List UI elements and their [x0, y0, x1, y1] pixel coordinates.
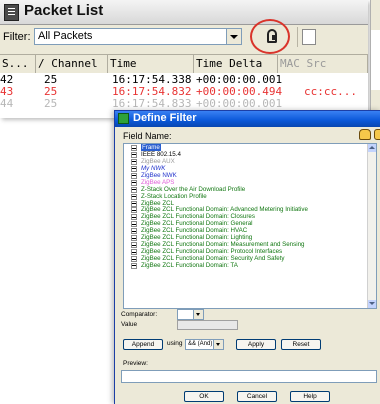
- tree-scrollbar[interactable]: [367, 144, 376, 308]
- row-channel: 25: [44, 97, 58, 110]
- field-name-label: Field Name:: [123, 131, 172, 141]
- tree-item[interactable]: ZigBee ZCL: [124, 200, 369, 207]
- chevron-down-icon[interactable]: [213, 340, 223, 349]
- filter-value: All Packets: [38, 30, 93, 42]
- tree-item[interactable]: ZigBee ZCL Functional Domain: General: [124, 220, 369, 228]
- ok-button[interactable]: OK: [184, 391, 224, 402]
- table-row[interactable]: 43 25 16:17:54.832 +00:00:00.494 cc:cc..…: [0, 85, 368, 98]
- row-delta: +00:00:00.001: [196, 97, 283, 110]
- cancel-button[interactable]: Cancel: [237, 391, 277, 402]
- tree-item-label: ZigBee AUX: [141, 157, 175, 165]
- value-label: Value: [121, 321, 138, 328]
- scroll-up-icon[interactable]: [368, 144, 376, 152]
- hand-closed-icon[interactable]: [374, 129, 380, 140]
- packet-table-header: S... / Channel Time Time Delta MAC Src: [0, 54, 368, 74]
- row-seq: 44: [0, 97, 14, 110]
- reset-button[interactable]: Reset: [281, 339, 321, 350]
- tree-item[interactable]: Z-Stack Over the Air Download Profile: [124, 186, 369, 193]
- packet-list-titlebar: Packet List: [0, 0, 368, 25]
- tree-item[interactable]: ZigBee ZCL Functional Domain: HVAC: [124, 227, 369, 235]
- table-row[interactable]: 44 25 16:17:54.833 +00:00:00.001: [0, 97, 368, 110]
- tree-item[interactable]: ZigBee AUX: [124, 158, 369, 165]
- define-filter-button[interactable]: [261, 27, 287, 49]
- tree-item-label: ZigBee ZCL Functional Domain: HVAC: [141, 227, 248, 235]
- tree-item-label: ZigBee ZCL: [141, 199, 175, 207]
- tree-item-label: ZigBee ZCL Functional Domain: General: [141, 220, 253, 228]
- logic-operator-value: && (And): [188, 341, 213, 347]
- tree-item-label: IEEE 802.15.4: [141, 150, 181, 158]
- hand-open-icon[interactable]: [359, 129, 371, 140]
- tree-item-label: ZigBee ZCL Functional Domain: TA: [141, 261, 238, 269]
- tree-item[interactable]: My NWK: [124, 165, 369, 172]
- chevron-down-icon[interactable]: [226, 29, 241, 44]
- dialog-icon: [118, 113, 129, 124]
- comparator-select[interactable]: [177, 309, 204, 320]
- preview-label: Preview:: [123, 360, 148, 367]
- preview-input[interactable]: [121, 370, 377, 383]
- tree-item[interactable]: IEEE 802.15.4: [124, 151, 369, 158]
- packet-list-title: Packet List: [24, 2, 104, 19]
- tree-item[interactable]: ZigBee ZCL Functional Domain: Closures: [124, 213, 369, 221]
- packet-list-window: Packet List Filter: All Packets S... / C…: [0, 0, 368, 118]
- tree-item-label: ZigBee ZCL Functional Domain: Closures: [141, 213, 255, 221]
- tree-item-label: Frame: [141, 144, 161, 151]
- tree-item[interactable]: ZigBee ZCL Functional Domain: Advanced M…: [124, 206, 369, 214]
- tree-item[interactable]: ZigBee ZCL Functional Domain: Measuremen…: [124, 241, 369, 249]
- table-row[interactable]: 42 25 16:17:54.338 +00:00:00.001: [0, 73, 368, 86]
- tree-item[interactable]: ZigBee APS: [124, 179, 369, 186]
- logic-operator-select[interactable]: && (And): [185, 339, 224, 350]
- tree-item-label: ZigBee ZCL Functional Domain: Security A…: [141, 255, 285, 262]
- field-name-tree[interactable]: Frame IEEE 802.15.4 ZigBee AUX My NWK ZigBee…: [123, 143, 377, 309]
- toolbar-separator: [297, 27, 298, 47]
- filter-select[interactable]: All Packets: [34, 28, 242, 45]
- packet-list-icon: [4, 4, 19, 21]
- column-header-mac-src[interactable]: MAC Src: [278, 55, 368, 73]
- tree-item-label: ZigBee APS: [141, 178, 175, 186]
- tree-item[interactable]: ZigBee NWK: [124, 172, 369, 179]
- column-header-time-delta[interactable]: Time Delta: [194, 55, 278, 73]
- comparator-label: Comparator:: [121, 311, 158, 318]
- tree-item[interactable]: Z-Stack Location Profile: [124, 193, 369, 200]
- help-button[interactable]: Help: [290, 391, 330, 402]
- dialog-titlebar[interactable]: Define Filter: [115, 111, 380, 127]
- scroll-down-icon[interactable]: [368, 300, 376, 308]
- background-window-edge: [370, 0, 380, 120]
- value-input[interactable]: [177, 320, 238, 330]
- tree-item-label: ZigBee ZCL Functional Domain: Measuremen…: [141, 241, 305, 249]
- chevron-down-icon[interactable]: [193, 310, 203, 319]
- filter-label: Filter:: [3, 31, 31, 43]
- row-time: 16:17:54.833: [112, 97, 192, 110]
- tree-item-label: ZigBee ZCL Functional Domain: Lighting: [141, 234, 253, 242]
- column-header-seq[interactable]: S...: [0, 55, 36, 73]
- tree-item-label: Z-Stack Over the Air Download Profile: [141, 185, 246, 193]
- column-header-channel[interactable]: / Channel: [36, 55, 108, 73]
- dialog-title: Define Filter: [133, 112, 197, 124]
- append-button[interactable]: Append: [123, 339, 163, 350]
- tree-item[interactable]: ZigBee ZCL Functional Domain: Security A…: [124, 255, 369, 262]
- tree-item[interactable]: Frame: [124, 144, 369, 151]
- tree-item-label: My NWK: [141, 164, 166, 172]
- using-label: using: [167, 340, 183, 347]
- tree-item-label: ZigBee ZCL Functional Domain: Advanced M…: [141, 206, 308, 214]
- tree-item[interactable]: ZigBee ZCL Functional Domain: TA: [124, 262, 369, 269]
- clear-filter-icon[interactable]: [302, 29, 316, 45]
- tree-item-label: ZigBee NWK: [141, 171, 177, 179]
- background-window-panel: [371, 30, 380, 90]
- define-filter-icon: [267, 29, 277, 43]
- tree-item[interactable]: ZigBee ZCL Functional Domain: Protocol I…: [124, 248, 369, 256]
- define-filter-dialog: Define Filter Field Name: Frame IEEE 802.…: [114, 110, 380, 404]
- expand-icon[interactable]: [131, 262, 137, 269]
- tree-item[interactable]: ZigBee ZCL Functional Domain: Lighting: [124, 234, 369, 242]
- column-header-time[interactable]: Time: [108, 55, 194, 73]
- tree-items: Frame IEEE 802.15.4 ZigBee AUX My NWK ZigBee…: [124, 144, 369, 269]
- tree-item-label: ZigBee ZCL Functional Domain: Protocol I…: [141, 248, 283, 256]
- apply-button[interactable]: Apply: [236, 339, 276, 350]
- tree-item-label: Z-Stack Location Profile: [141, 192, 207, 200]
